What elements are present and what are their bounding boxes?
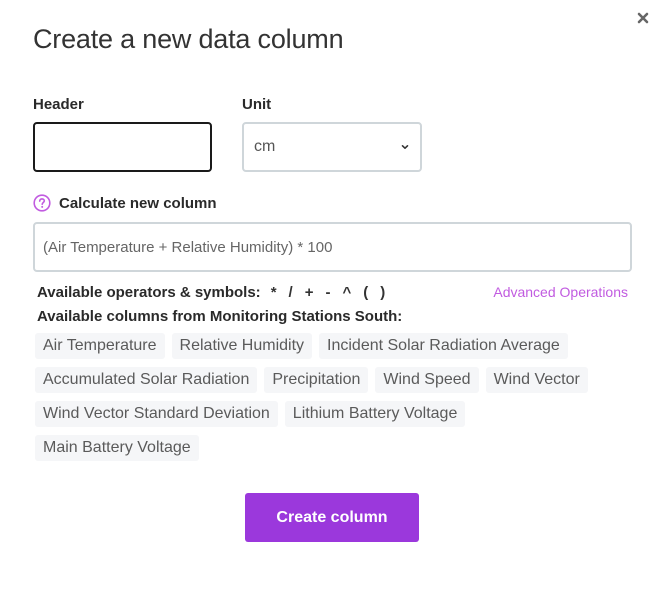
column-chip[interactable]: Wind Vector Standard Deviation [35,401,278,427]
create-column-button[interactable]: Create column [245,493,419,542]
operator-symbol: ( [363,284,369,301]
unit-select[interactable]: cm [242,122,422,172]
unit-selected-value: cm [254,138,276,155]
column-chip[interactable]: Relative Humidity [171,333,313,359]
operator-symbols: * / + - ^ ( ) [271,284,386,301]
close-icon[interactable] [636,11,650,25]
column-chip[interactable]: Wind Speed [375,367,479,393]
available-columns-label: Available columns from Monitoring Statio… [37,308,403,325]
column-chip[interactable]: Air Temperature [35,333,165,359]
chevron-down-icon [401,145,409,149]
column-chip[interactable]: Precipitation [264,367,369,393]
dialog-title: Create a new data column [33,24,344,54]
calculate-row: Calculate new column [33,194,217,212]
formula-input[interactable] [33,222,632,272]
header-input[interactable] [33,122,212,172]
header-label: Header [33,96,84,113]
column-chips: Air Temperature Relative Humidity Incide… [35,333,635,461]
column-chip[interactable]: Accumulated Solar Radiation [35,367,258,393]
operators-row: Available operators & symbols: * / + - ^… [37,284,385,301]
question-circle-icon[interactable] [33,194,51,212]
calculate-label: Calculate new column [59,194,217,212]
column-chip[interactable]: Lithium Battery Voltage [284,401,466,427]
unit-label: Unit [242,96,272,113]
column-chip[interactable]: Wind Vector [485,367,588,393]
operator-symbol: * [270,284,277,301]
advanced-operations-link[interactable]: Advanced Operations [493,284,628,300]
operators-label: Available operators & symbols: [37,284,261,301]
column-chip[interactable]: Incident Solar Radiation Average [319,333,568,359]
operator-symbol: / [288,284,293,301]
operator-symbol: + [304,284,314,301]
operator-symbol: - [325,284,331,301]
column-chip[interactable]: Main Battery Voltage [35,435,199,461]
operator-symbol: ^ [342,284,352,301]
operator-symbol: ) [380,284,386,301]
